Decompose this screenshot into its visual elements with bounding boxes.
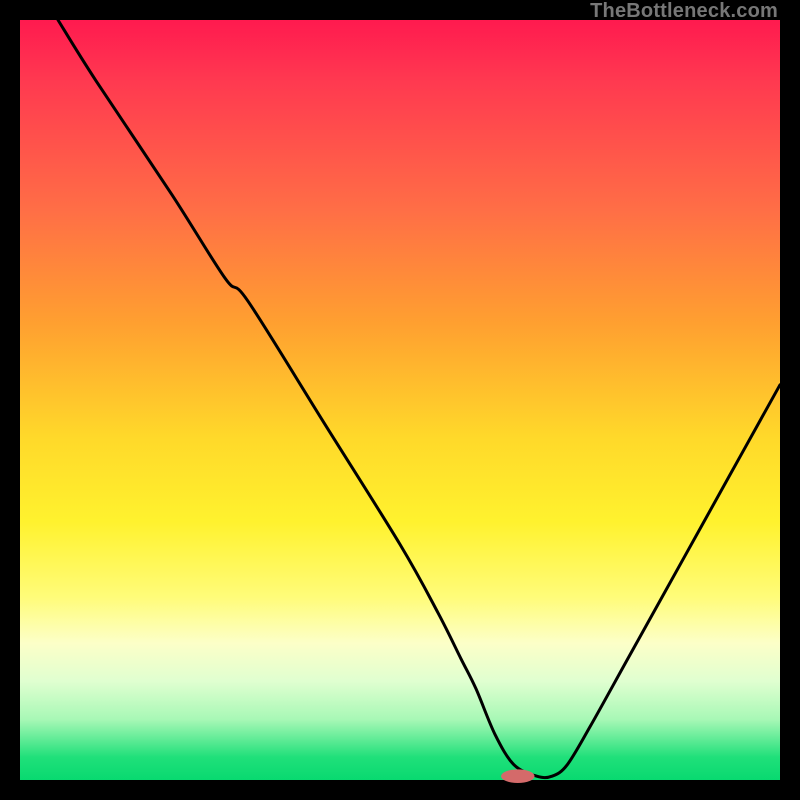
plot-area xyxy=(20,20,780,780)
chart-frame: TheBottleneck.com xyxy=(0,0,800,800)
trough-marker xyxy=(501,769,534,783)
marker-svg xyxy=(20,20,780,780)
